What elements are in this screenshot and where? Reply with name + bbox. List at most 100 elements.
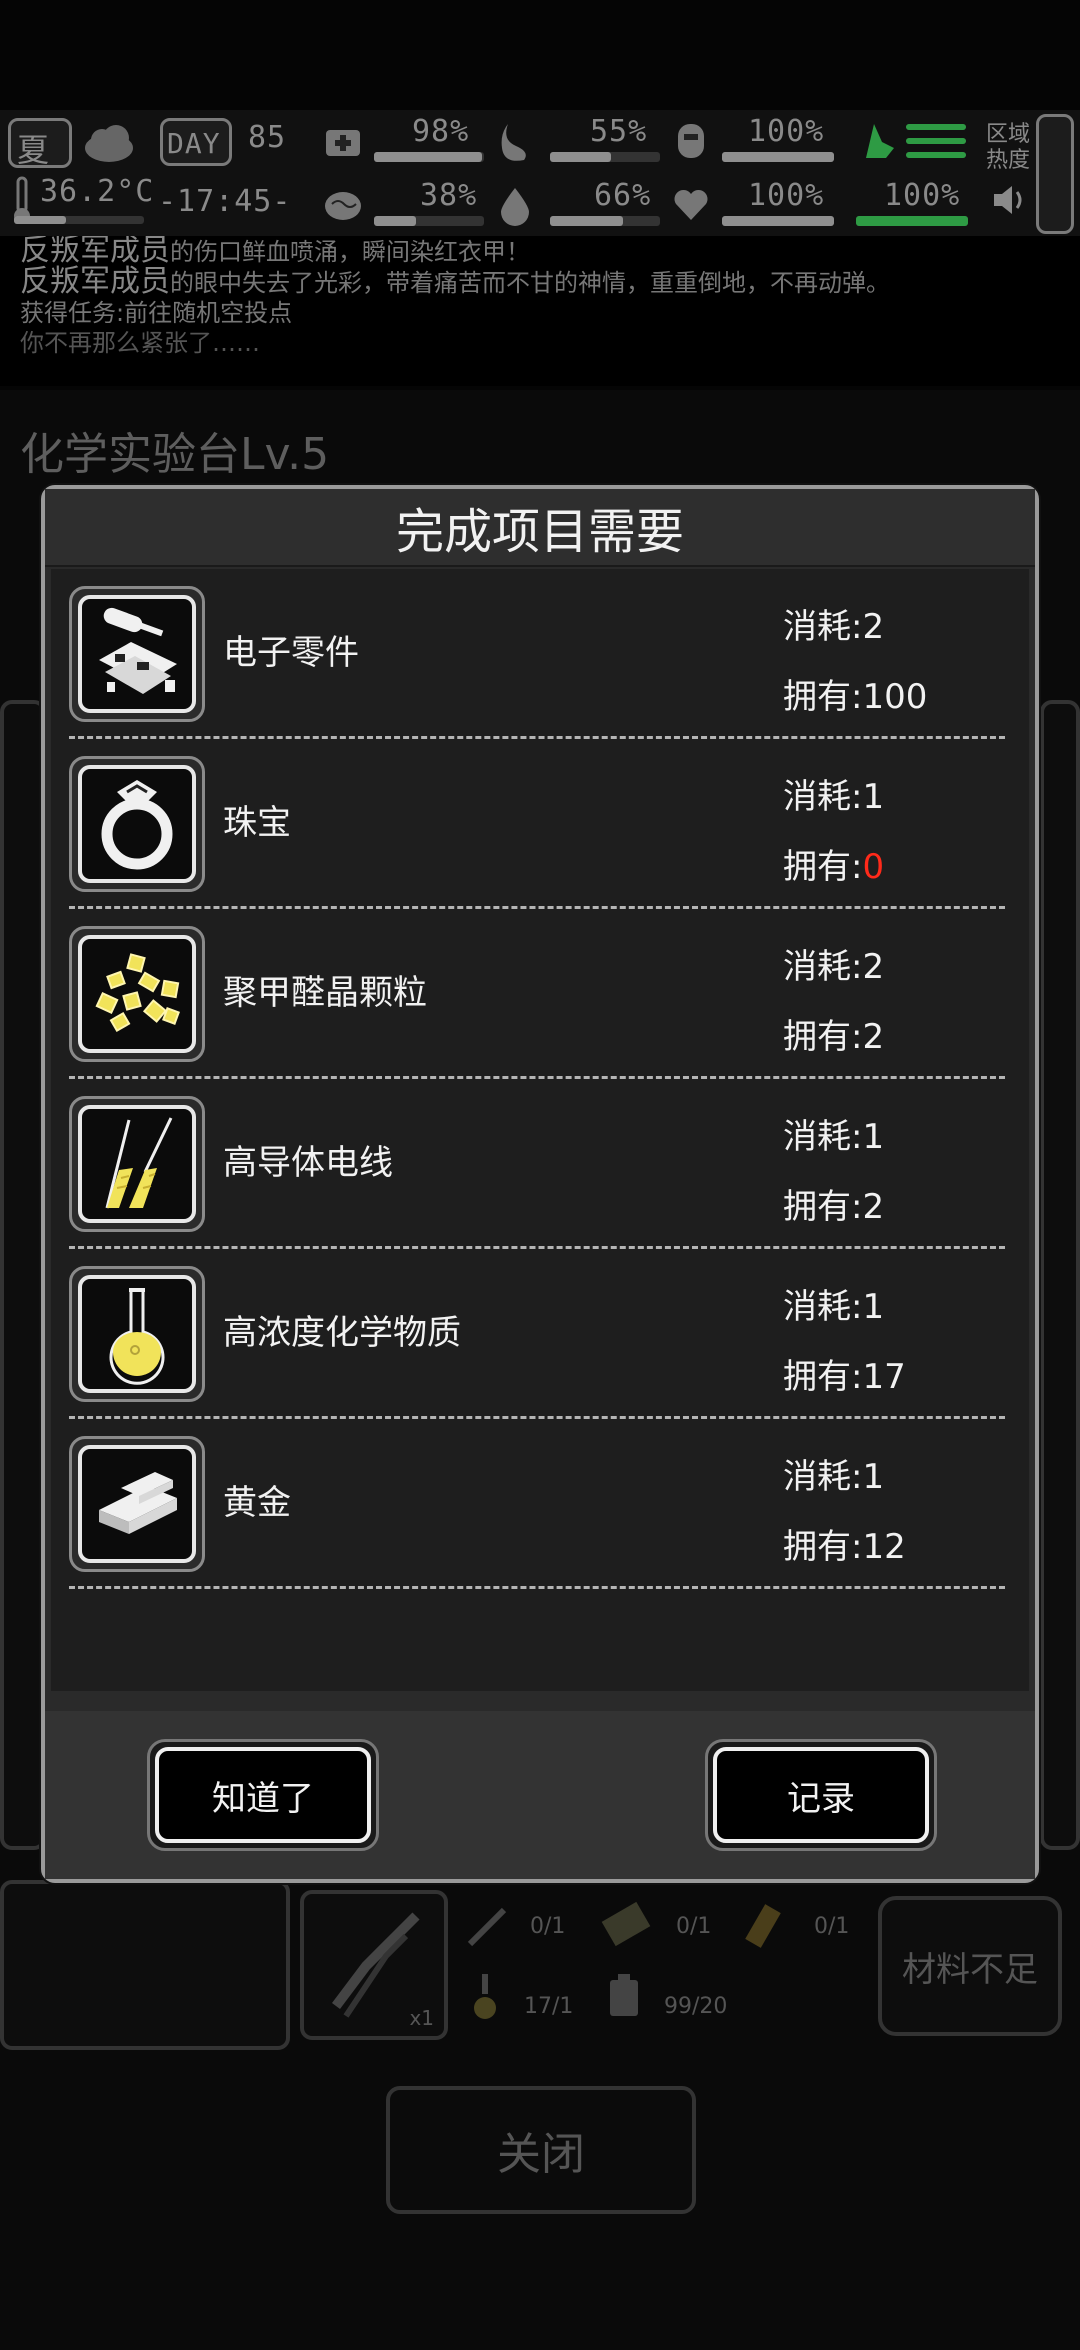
item-owned: 拥有:2 [783, 1187, 885, 1227]
material-count: 99/20 [664, 1994, 728, 2019]
log-line: 获得任务:前往随机空投点 [20, 299, 293, 327]
item-name: 高浓度化学物质 [223, 1313, 461, 1353]
chemical-flask-icon [109, 1288, 165, 1385]
gold-bars-icon [99, 1472, 177, 1534]
energy-value: 100% [884, 178, 961, 213]
electronic-parts-icon [99, 607, 177, 694]
mood-value: 100% [748, 178, 825, 213]
recipe-list-panel [0, 700, 46, 1850]
requirements-dialog: 完成项目需要 电子零件 消耗:2 拥有:100 珠宝 消耗:1 拥有:0 聚甲醛… [41, 485, 1039, 1883]
health-bar [374, 152, 484, 162]
item-cost: 消耗:1 [783, 1287, 885, 1327]
item-owned: 拥有:2 [783, 1017, 885, 1057]
item-name: 聚甲醛晶颗粒 [223, 973, 427, 1013]
item-slot [69, 586, 205, 722]
material-count: 0/1 [676, 1914, 712, 1939]
list-item: 黄金 消耗:1 拥有:12 [51, 1419, 1029, 1589]
list-item: 高浓度化学物质 消耗:1 拥有:17 [51, 1249, 1029, 1419]
thirst-value: 66% [594, 178, 652, 213]
left-lower-panel [0, 1880, 290, 2050]
item-owned: 拥有:100 [783, 677, 928, 717]
cloud-icon [80, 118, 138, 168]
close-button[interactable]: 关闭 [386, 2086, 696, 2214]
temperature-bar [14, 216, 144, 224]
brain-icon [322, 184, 364, 226]
temperature: 36.2°C [40, 174, 155, 209]
day-number: 85 [248, 120, 287, 155]
item-owned: 拥有:12 [783, 1527, 906, 1567]
ok-label: 知道了 [212, 1778, 314, 1819]
insufficient-materials-button[interactable]: 材料不足 [878, 1896, 1062, 2036]
item-slot [69, 926, 205, 1062]
item-name: 黄金 [223, 1483, 291, 1523]
crystal-granules-icon [95, 953, 180, 1033]
crafted-item-slot: x1 [300, 1890, 448, 2040]
zone-heat-label: 区域热度 [986, 122, 1031, 173]
stamina-bar-3 [906, 152, 966, 158]
heart-icon [670, 184, 712, 226]
message-log: 反叛军成员的伤口鲜血喷涌，瞬间染红衣甲！ 反叛军成员的眼中失去了光彩，带着痛苦而… [0, 236, 1080, 386]
wire-icon [467, 1907, 507, 1947]
list-item: 珠宝 消耗:1 拥有:0 [51, 739, 1029, 909]
stomach-icon [494, 120, 536, 162]
item-cost: 消耗:1 [783, 777, 885, 817]
recipe-detail-panel [1040, 700, 1080, 1850]
stamina-bar-2 [906, 138, 966, 144]
item-cost: 消耗:1 [783, 1117, 885, 1157]
item-cost: 消耗:1 [783, 1457, 885, 1497]
ok-button[interactable]: 知道了 [147, 1739, 379, 1851]
hunger-value: 55% [590, 114, 648, 149]
dialog-footer: 知道了 记录 [45, 1711, 1035, 1879]
season-text: 夏 [17, 131, 51, 169]
day-badge: DAY [160, 118, 232, 166]
water-drop-icon [494, 184, 536, 226]
health-value: 98% [412, 114, 470, 149]
jewel-ring-icon [101, 780, 173, 870]
item-slot [69, 756, 205, 892]
list-item: 聚甲醛晶颗粒 消耗:2 拥有:2 [51, 909, 1029, 1079]
item-cost: 消耗:2 [783, 947, 885, 987]
hunger-bar [550, 152, 660, 162]
armor-value: 100% [748, 114, 825, 149]
record-label: 记录 [787, 1778, 855, 1819]
stamina-bar-1 [906, 124, 966, 130]
item-cost: 消耗:2 [783, 607, 885, 647]
clock: -17:45- [158, 184, 292, 219]
lab-title: 化学实验台Lv.5 [20, 429, 330, 480]
item-owned: 拥有:0 [783, 847, 885, 887]
armor-bar [722, 152, 834, 162]
zone-heat-meter [1036, 114, 1074, 234]
battery-icon [610, 1974, 638, 2016]
craft-count: x1 [409, 2006, 434, 2030]
item-slot [69, 1266, 205, 1402]
list-item: 电子零件 消耗:2 拥有:100 [51, 569, 1029, 739]
material-count: 0/1 [530, 1914, 566, 1939]
season-badge: 夏 [8, 118, 72, 169]
log-line: 反叛军成员的伤口鲜血喷涌，瞬间染红衣甲！ [20, 236, 530, 268]
energy-bar [856, 216, 968, 226]
medkit-icon [322, 120, 364, 162]
sanity-bar [374, 216, 484, 226]
bullet-icon [745, 1904, 781, 1948]
item-slot [69, 1096, 205, 1232]
item-slot [69, 1436, 205, 1572]
mood-bar [722, 216, 834, 226]
close-label: 关闭 [497, 2129, 585, 2180]
item-name: 高导体电线 [223, 1143, 393, 1183]
stamina-icon [856, 118, 900, 162]
speaker-icon[interactable] [990, 180, 1030, 220]
item-owned: 拥有:17 [783, 1357, 906, 1397]
material-count: 17/1 [524, 1994, 574, 2019]
requirements-list: 电子零件 消耗:2 拥有:100 珠宝 消耗:1 拥有:0 聚甲醛晶颗粒 消耗:… [51, 569, 1029, 1691]
divider [69, 1586, 1005, 1589]
log-line: 你不再那么紧张了…… [20, 329, 260, 357]
insufficient-amount: 0 [862, 847, 885, 887]
circuit-board-icon [601, 1901, 651, 1947]
item-name: 电子零件 [223, 633, 359, 673]
small-flask-icon [474, 1974, 496, 2019]
insufficient-label: 材料不足 [902, 1949, 1038, 1990]
record-button[interactable]: 记录 [705, 1739, 937, 1851]
item-name: 珠宝 [223, 803, 291, 843]
log-line: 反叛军成员的眼中失去了光彩，带着痛苦而不甘的神情，重重倒地，不再动弹。 [20, 264, 890, 299]
material-count: 0/1 [814, 1914, 850, 1939]
